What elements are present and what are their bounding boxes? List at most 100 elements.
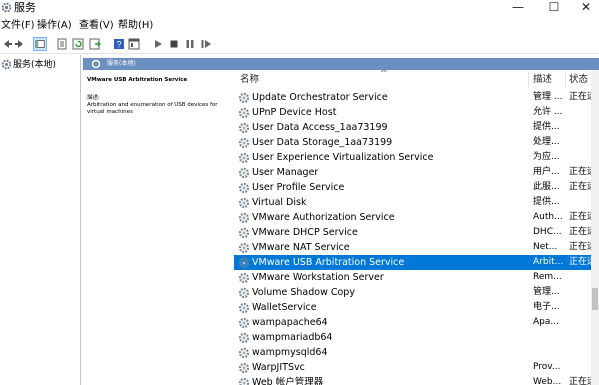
service-row[interactable]: Virtual Disk 提供... (234, 195, 591, 210)
service-description: Rem... (533, 272, 562, 282)
maximize-button[interactable]: ☐ (536, 0, 572, 17)
service-name: VMware Authorization Service (252, 212, 395, 223)
service-description: Prov... (533, 362, 561, 372)
service-gear-icon (238, 212, 250, 224)
scrollbar-thumb[interactable] (592, 288, 598, 310)
service-row[interactable]: VMware DHCP Service DHC... 正在运 (234, 225, 591, 240)
service-status: 正在运 (569, 377, 591, 385)
service-name: User Profile Service (252, 182, 345, 193)
service-description: Apa... (533, 317, 559, 327)
service-name: Web 帐户管理器 (252, 377, 324, 385)
toolbar: ? (0, 35, 599, 54)
refresh-icon[interactable] (71, 37, 85, 51)
properties-icon[interactable] (55, 37, 69, 51)
service-gear-icon (238, 287, 250, 299)
service-row[interactable]: VMware NAT Service Net... 正在运 (234, 240, 591, 255)
service-row[interactable]: User Profile Service 此服... 正在运 (234, 180, 591, 195)
service-name: VMware DHCP Service (252, 227, 358, 238)
pause-icon[interactable] (183, 37, 197, 51)
menu-view[interactable]: 查看(V) (79, 19, 114, 33)
service-row[interactable]: VMware USB Arbitration Service Arbit... 正在… (234, 255, 591, 270)
restart-icon[interactable] (199, 37, 213, 51)
tree-item-services-local[interactable]: 服务(本地) (1, 58, 79, 72)
service-row[interactable]: WarpJITSvc Prov... (234, 360, 591, 375)
service-name: Virtual Disk (252, 197, 307, 208)
help-icon[interactable]: ? (112, 37, 126, 51)
service-gear-icon (238, 92, 250, 104)
service-gear-icon (238, 332, 250, 344)
service-gear-icon (238, 272, 250, 284)
service-row[interactable]: Web 帐户管理器 Web... 正在运 (234, 375, 591, 385)
service-gear-icon (238, 302, 250, 314)
menu-action[interactable]: 操作(A) (37, 19, 72, 33)
service-name: User Experience Virtualization Service (252, 152, 434, 163)
forward-icon[interactable] (13, 37, 27, 51)
column-divider[interactable] (565, 72, 566, 88)
service-description: Auth... (533, 212, 563, 222)
service-description: DHC... (533, 227, 562, 237)
service-row[interactable]: Update Orchestrator Service 管理 ... 正在运 (234, 90, 591, 105)
menu-file[interactable]: 文件(F) (1, 19, 35, 33)
service-status: 正在运 (569, 167, 591, 177)
service-gear-icon (238, 317, 250, 329)
start-icon[interactable] (151, 37, 165, 51)
services-list: ^ 名称 描述 状态 Update Orchestrator Service 管理… (234, 70, 599, 385)
service-gear-icon (238, 152, 250, 164)
service-row[interactable]: WalletService 电子... (234, 300, 591, 315)
service-row[interactable]: wampapache64 Apa... (234, 315, 591, 330)
console-tree: 服务(本地) (0, 55, 81, 385)
service-description: 提供... (533, 197, 560, 207)
menu-help[interactable]: 帮助(H) (118, 19, 153, 33)
service-name: VMware NAT Service (252, 242, 350, 253)
service-row[interactable]: wampmysqld64 (234, 345, 591, 360)
service-name: UPnP Device Host (252, 107, 337, 118)
service-gear-icon (238, 137, 250, 149)
service-status: 正在运 (569, 242, 591, 252)
service-gear-icon (238, 107, 250, 119)
back-icon[interactable] (0, 37, 14, 51)
service-status: 正在运 (569, 227, 591, 237)
service-row[interactable]: VMware Workstation Server Rem... (234, 270, 591, 285)
column-header-name[interactable]: 名称 (240, 70, 520, 90)
service-row[interactable]: User Data Storage_1aa73199 处理... (234, 135, 591, 150)
minimize-button[interactable]: — (500, 0, 536, 17)
service-description: 提供... (533, 122, 560, 132)
service-row[interactable]: User Experience Virtualization Service 为应… (234, 150, 591, 165)
service-status: 正在运 (569, 257, 591, 267)
description-label: 描述: (87, 95, 100, 101)
service-name: VMware Workstation Server (252, 272, 384, 283)
service-description: 处理... (533, 137, 560, 147)
service-gear-icon (238, 182, 250, 194)
service-description: 电子... (533, 302, 560, 312)
svg-text:?: ? (116, 40, 121, 50)
service-status: 正在运 (569, 182, 591, 192)
service-row[interactable]: User Data Access_1aa73199 提供... (234, 120, 591, 135)
service-description: 管理... (533, 287, 560, 297)
stop-icon[interactable] (167, 37, 181, 51)
service-name: WalletService (252, 302, 317, 313)
service-name: VMware USB Arbitration Service (252, 257, 405, 268)
service-gear-icon (238, 257, 250, 269)
service-description: Net... (533, 242, 558, 252)
service-gear-icon (238, 167, 250, 179)
service-row[interactable]: UPnP Device Host 允许 ... (234, 105, 591, 120)
service-name: wampapache64 (252, 317, 328, 328)
column-divider[interactable] (528, 72, 529, 88)
service-gear-icon (238, 347, 250, 359)
title-bar: 服务 — ☐ ✕ (0, 0, 599, 17)
close-button[interactable]: ✕ (568, 0, 599, 17)
export-icon[interactable] (88, 37, 102, 51)
service-description: 为应... (533, 152, 560, 162)
service-gear-icon (238, 242, 250, 254)
services-band-icon (91, 59, 101, 69)
column-header-status[interactable]: 状态 (569, 70, 593, 90)
service-row[interactable]: VMware Authorization Service Auth... 正在运 (234, 210, 591, 225)
description-text: Arbitration and enumeration of USB devic… (87, 102, 218, 115)
view-icon[interactable] (127, 37, 141, 51)
vertical-scrollbar[interactable] (591, 70, 599, 385)
service-row[interactable]: Volume Shadow Copy 管理... (234, 285, 591, 300)
column-header-description[interactable]: 描述 (533, 70, 563, 90)
service-row[interactable]: User Manager 用户... 正在运 (234, 165, 591, 180)
console-tree-icon[interactable] (33, 37, 47, 51)
service-row[interactable]: wampmariadb64 (234, 330, 591, 345)
